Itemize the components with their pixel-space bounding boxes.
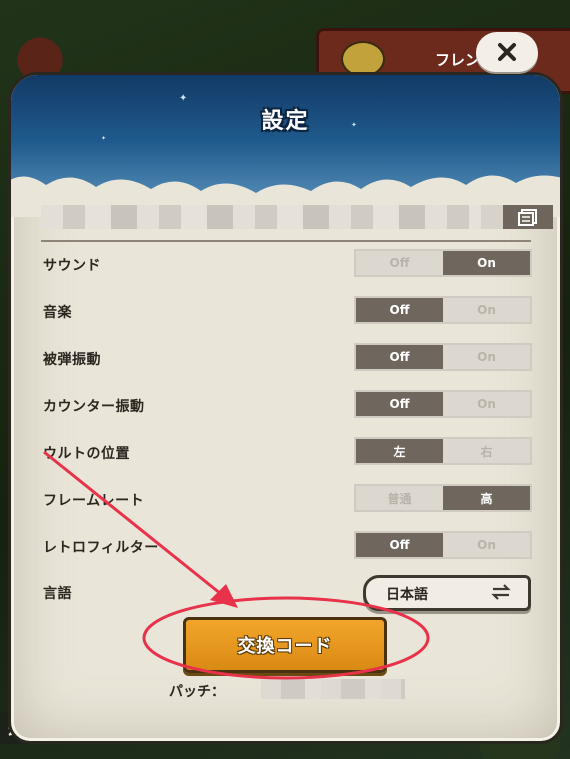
setting-row-hit-vibration: 被弾振動 Off On <box>43 343 532 373</box>
setting-row-sound: サウンド Off On <box>43 249 532 279</box>
language-value: 日本語 <box>386 587 428 603</box>
setting-row-retro-filter: レトロフィルター Off On <box>43 531 532 561</box>
toggle-option-on[interactable]: On <box>443 392 530 416</box>
toggle-option-high[interactable]: 高 <box>443 486 530 510</box>
close-icon <box>498 43 516 61</box>
setting-label: フレームレート <box>43 493 145 509</box>
setting-row-music: 音楽 Off On <box>43 296 532 326</box>
language-select-button[interactable]: 日本語 <box>363 575 531 611</box>
toggle-option-off[interactable]: Off <box>356 251 443 275</box>
setting-row-counter-vibration: カウンター振動 Off On <box>43 390 532 420</box>
swap-arrows-icon <box>491 584 511 600</box>
toggle-option-left[interactable]: 左 <box>356 439 443 463</box>
setting-label: レトロフィルター <box>43 540 159 556</box>
counter-vibration-toggle[interactable]: Off On <box>354 390 532 418</box>
language-label: 言語 <box>43 586 72 602</box>
toggle-option-off[interactable]: Off <box>356 533 443 557</box>
hit-vibration-toggle[interactable]: Off On <box>354 343 532 371</box>
toggle-option-off[interactable]: Off <box>356 392 443 416</box>
toggle-option-on[interactable]: On <box>443 533 530 557</box>
toggle-option-off[interactable]: Off <box>356 345 443 369</box>
setting-row-frame-rate: フレームレート 普通 高 <box>43 484 532 514</box>
friend-tab-label: フレン <box>435 51 481 69</box>
patch-label: パッチ： <box>169 684 225 700</box>
frame-rate-toggle[interactable]: 普通 高 <box>354 484 532 512</box>
divider <box>41 240 531 242</box>
close-button[interactable] <box>476 32 538 72</box>
player-id-value <box>41 205 481 229</box>
toggle-option-on[interactable]: On <box>443 298 530 322</box>
setting-label: 被弾振動 <box>43 352 101 368</box>
toggle-option-on[interactable]: On <box>443 251 530 275</box>
retro-filter-toggle[interactable]: Off On <box>354 531 532 559</box>
dialog-title: 設定 <box>261 109 310 134</box>
ult-position-toggle[interactable]: 左 右 <box>354 437 532 465</box>
setting-label: カウンター振動 <box>43 399 145 415</box>
setting-label: 音楽 <box>43 305 72 321</box>
setting-label: ウルトの位置 <box>43 446 130 462</box>
exchange-code-button[interactable]: 交換コード <box>183 617 387 673</box>
sound-toggle[interactable]: Off On <box>354 249 532 277</box>
copy-icon <box>518 209 537 226</box>
music-toggle[interactable]: Off On <box>354 296 532 324</box>
toggle-option-on[interactable]: On <box>443 345 530 369</box>
patch-value <box>261 679 405 699</box>
setting-row-ult-position: ウルトの位置 左 右 <box>43 437 532 467</box>
player-id-row <box>41 205 553 229</box>
copy-id-button[interactable] <box>503 205 553 229</box>
settings-dialog: ✦ ✦ ✦ 設定 サウンド Off On 音楽 Off On 被弾振動 Off … <box>8 72 563 744</box>
toggle-option-normal[interactable]: 普通 <box>356 486 443 510</box>
toggle-option-right[interactable]: 右 <box>443 439 530 463</box>
toggle-option-off[interactable]: Off <box>356 298 443 322</box>
setting-label: サウンド <box>43 258 101 274</box>
star-icon: ✦ <box>101 135 107 142</box>
